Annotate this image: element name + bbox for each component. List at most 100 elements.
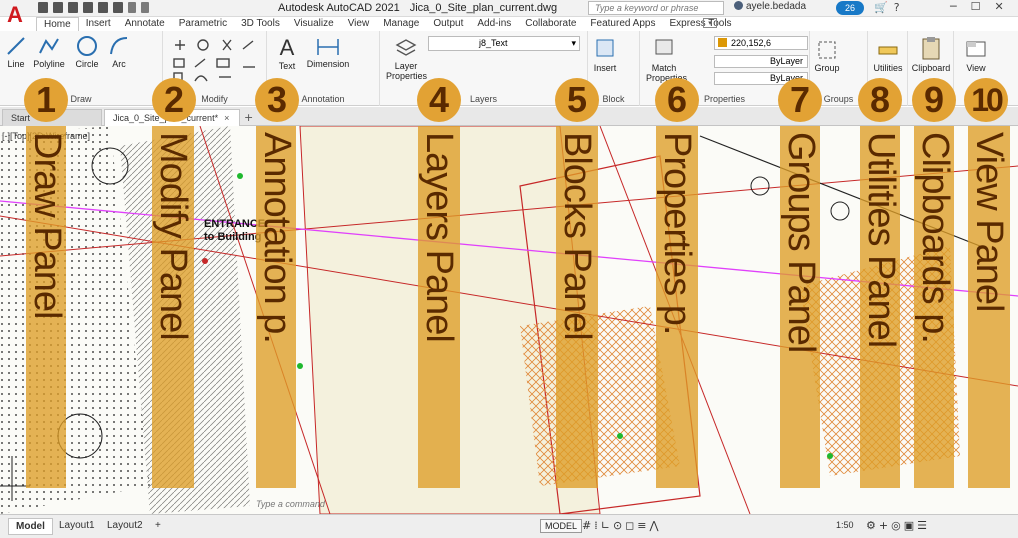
- ribbon-tab-parametric[interactable]: Parametric: [172, 17, 234, 31]
- dimension-tool[interactable]: Dimension: [305, 35, 351, 69]
- autocad-logo[interactable]: A: [0, 0, 30, 30]
- view-tool[interactable]: View: [954, 37, 998, 73]
- minimize-button[interactable]: ─: [950, 0, 957, 13]
- clipboard-icon: [922, 37, 940, 60]
- isolate-icon[interactable]: ◎: [891, 519, 904, 532]
- text-tool[interactable]: A Text: [273, 35, 301, 71]
- ribbon-tab-express-tools[interactable]: Express Tools: [662, 17, 738, 31]
- autocad-window: Autodesk AutoCAD 2021 Jica_0_Site_plan_cu…: [0, 0, 1018, 538]
- layer-dropdown[interactable]: j8_Text ▾: [428, 36, 580, 51]
- title-bar-icons: 🛒?: [874, 1, 906, 14]
- ribbon-tab-manage[interactable]: Manage: [376, 17, 426, 31]
- web-save-icon[interactable]: [98, 2, 108, 13]
- arc-tool[interactable]: Arc: [106, 35, 132, 69]
- add-layout-button[interactable]: +: [148, 518, 168, 533]
- match-properties-tool[interactable]: Match Properties: [646, 37, 687, 83]
- ribbon-tab-add-ins[interactable]: Add-ins: [470, 17, 518, 31]
- redo-icon[interactable]: [141, 2, 149, 13]
- layout-tab-model[interactable]: Model: [8, 518, 53, 535]
- polyline-label: Polyline: [33, 59, 65, 69]
- polyline-tool[interactable]: Polyline: [32, 35, 66, 69]
- document-title: Jica_0_Site_plan_current.dwg: [409, 2, 558, 14]
- ribbon-options-icon[interactable]: ▾: [703, 18, 717, 28]
- save-icon[interactable]: [68, 2, 78, 13]
- status-right-icons: ⚙+◎▣☰: [866, 519, 930, 532]
- new-icon[interactable]: [38, 2, 48, 13]
- command-line-input[interactable]: Type a command: [256, 499, 325, 509]
- overlay-text-utilities: Utilities Panel: [860, 132, 902, 348]
- layout-tab-layout2[interactable]: Layout2: [100, 518, 150, 533]
- clipboard-label: Clipboard: [911, 63, 951, 73]
- group-tool[interactable]: Group: [812, 39, 842, 73]
- ribbon-tab-home[interactable]: Home: [36, 17, 79, 31]
- layer-stack-icon: [395, 39, 417, 56]
- user-name: ayele.bedada: [746, 1, 807, 12]
- plus-icon[interactable]: +: [879, 519, 891, 532]
- help-icon[interactable]: ?: [894, 1, 906, 14]
- ribbon-tab-collaborate[interactable]: Collaborate: [518, 17, 583, 31]
- ribbon-tab-output[interactable]: Output: [426, 17, 470, 31]
- grid-icon[interactable]: #: [582, 519, 594, 532]
- modify-tools-icon[interactable]: [171, 37, 259, 83]
- help-search-input[interactable]: Type a keyword or phrase: [588, 1, 724, 15]
- layer-name: j8_Text: [479, 38, 508, 48]
- insert-tool[interactable]: Insert: [590, 37, 620, 73]
- dimension-icon: [317, 39, 339, 55]
- customize-icon[interactable]: ☰: [917, 519, 930, 532]
- ribbon-tab-featured-apps[interactable]: Featured Apps: [583, 17, 662, 31]
- overlay-number-7: 7: [778, 78, 822, 122]
- new-tab-button[interactable]: +: [244, 111, 253, 124]
- layer-properties-tool[interactable]: Layer Properties: [386, 37, 427, 81]
- overlay-text-draw: Draw Panel: [26, 132, 68, 319]
- workspace-gear-icon[interactable]: ⚙: [866, 519, 879, 532]
- lineweight-icon[interactable]: ≡: [637, 519, 649, 532]
- linetype-dropdown[interactable]: ByLayer: [714, 55, 808, 68]
- annotation-scale[interactable]: 1:50: [836, 520, 854, 530]
- ribbon-tab-insert[interactable]: Insert: [79, 17, 118, 31]
- close-tab-icon[interactable]: ×: [224, 113, 229, 123]
- utilities-tool[interactable]: Utilities: [868, 39, 908, 73]
- model-space-button[interactable]: MODEL: [540, 519, 583, 533]
- save-as-icon[interactable]: [83, 2, 93, 13]
- osnap-icon[interactable]: ◻: [625, 519, 637, 532]
- maximize-button[interactable]: ☐: [971, 0, 981, 13]
- clipboard-tool[interactable]: Clipboard: [908, 35, 954, 73]
- ribbon-tab-annotate[interactable]: Annotate: [118, 17, 172, 31]
- color-dropdown[interactable]: 220,152,6: [714, 36, 808, 50]
- overlay-number-9: 9: [912, 78, 956, 122]
- polar-icon[interactable]: ⊙: [613, 519, 625, 532]
- line-label: Line: [7, 59, 25, 69]
- cart-icon[interactable]: 🛒: [874, 1, 894, 14]
- overlay-number-6: 6: [655, 78, 699, 122]
- status-bar: Model Layout1 Layout2 + MODEL #⁞∟⊙◻≡⋀ 1:…: [0, 514, 1018, 538]
- text-label: Text: [278, 61, 296, 71]
- undo-icon[interactable]: [128, 2, 136, 13]
- ortho-icon[interactable]: ∟: [601, 519, 613, 532]
- linetype-value: ByLayer: [769, 56, 803, 66]
- ribbon-tab-view[interactable]: View: [341, 17, 377, 31]
- overlay-text-layers: Layers Panel: [418, 132, 460, 342]
- arc-icon: [110, 37, 128, 55]
- insert-block-icon: [596, 39, 614, 57]
- layout-tab-layout1[interactable]: Layout1: [52, 518, 102, 533]
- plot-icon[interactable]: [113, 2, 123, 13]
- circle-icon: [77, 36, 97, 56]
- overlay-text-blocks: Blocks Panel: [556, 132, 598, 340]
- open-icon[interactable]: [53, 2, 63, 13]
- overlay-number-10: 10: [964, 78, 1008, 122]
- circle-tool[interactable]: Circle: [72, 35, 102, 69]
- start-tab-label: Start: [11, 113, 31, 123]
- window-controls: ─ ☐ ✕: [950, 0, 1004, 13]
- fullscreen-icon[interactable]: ▣: [904, 519, 917, 532]
- group-label: Group: [814, 63, 840, 73]
- close-window-button[interactable]: ✕: [995, 0, 1004, 13]
- window-title: Autodesk AutoCAD 2021 Jica_0_Site_plan_cu…: [278, 2, 557, 14]
- annotation-icon[interactable]: ⋀: [650, 519, 662, 532]
- user-account[interactable]: ayele.bedada: [734, 1, 806, 12]
- dimension-label: Dimension: [306, 59, 350, 69]
- line-tool[interactable]: Line: [4, 35, 28, 69]
- clock-badge[interactable]: 26: [836, 1, 864, 15]
- ribbon-tab-visualize[interactable]: Visualize: [287, 17, 341, 31]
- ribbon-tab-3d-tools[interactable]: 3D Tools: [234, 17, 287, 31]
- overlay-number-5: 5: [555, 78, 599, 122]
